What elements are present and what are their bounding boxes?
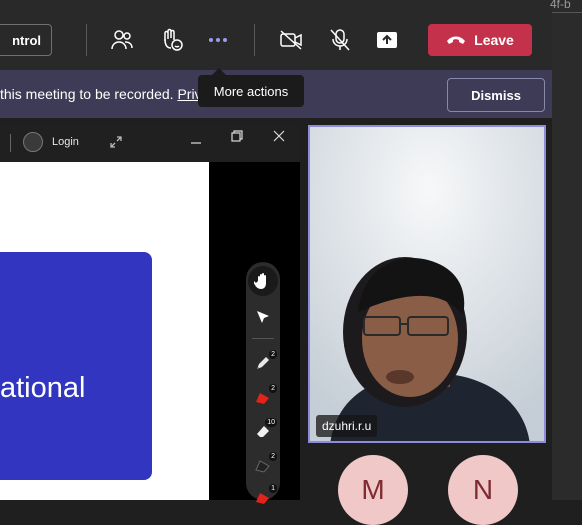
participant-avatar[interactable]: M <box>338 455 408 525</box>
banner-message: this meeting to be recorded. Priv <box>0 86 202 102</box>
pen-size-badge: 1 <box>269 484 277 493</box>
leave-button[interactable]: Leave <box>428 24 532 56</box>
hand-icon <box>254 273 266 289</box>
toolbar-divider <box>254 24 255 56</box>
more-actions-button[interactable] <box>202 24 234 56</box>
participant-name-tag: dzuhri.r.u <box>316 415 378 437</box>
dismiss-button[interactable]: Dismiss <box>447 78 545 112</box>
more-actions-tooltip: More actions <box>198 75 304 107</box>
eraser-size-badge: 10 <box>265 418 277 427</box>
avatar-initial: N <box>472 474 494 505</box>
camera-button[interactable] <box>275 24 307 56</box>
people-icon <box>111 30 133 50</box>
tooltip-text: More actions <box>213 83 289 99</box>
participant-name: dzuhri.r.u <box>322 419 372 433</box>
camera-off-icon <box>280 30 302 50</box>
control-button-label: ntrol <box>12 32 41 48</box>
avatar-initial: M <box>361 474 385 505</box>
titlebar-divider <box>10 134 11 152</box>
mic-button[interactable] <box>324 24 356 56</box>
pen-size-badge: 2 <box>269 384 277 393</box>
raise-hand-icon <box>164 28 183 51</box>
tooltip-arrow <box>212 68 226 75</box>
pen-size-badge: 2 <box>269 350 277 359</box>
pen-tool-2[interactable]: 2 <box>246 380 280 414</box>
cursor-arrow-icon <box>257 311 269 323</box>
slide-blue-block <box>0 252 152 480</box>
pen-size-badge: 2 <box>269 452 277 461</box>
login-label[interactable]: Login <box>52 136 79 148</box>
expand-icon[interactable] <box>108 134 124 155</box>
toolbar-divider <box>86 24 87 56</box>
participant-video-tile[interactable] <box>308 125 546 443</box>
share-icon <box>377 32 397 48</box>
people-button[interactable] <box>106 24 138 56</box>
dismiss-button-label: Dismiss <box>471 87 521 103</box>
participant-avatar[interactable]: N <box>448 455 518 525</box>
pointer-tool[interactable] <box>246 300 280 334</box>
pen-tool-1[interactable]: 2 <box>246 346 280 380</box>
restore-icon[interactable] <box>231 129 243 147</box>
raise-hand-button[interactable] <box>156 24 188 56</box>
share-button[interactable] <box>371 24 403 56</box>
shared-window-titlebar <box>0 124 300 162</box>
toolbar-divider <box>252 338 274 339</box>
right-edge-text: 4f-b <box>550 0 571 11</box>
pen-tool-3[interactable]: 2 <box>246 448 280 482</box>
leave-button-label: Leave <box>474 32 514 48</box>
phone-hangup-icon <box>447 36 466 44</box>
give-control-button[interactable]: ntrol <box>0 24 52 56</box>
minimize-icon[interactable] <box>190 136 202 154</box>
participant-video-feed <box>310 127 544 441</box>
pan-tool[interactable] <box>246 264 280 298</box>
eraser-tool[interactable]: 10 <box>246 414 280 448</box>
banner-text: this meeting to be recorded. <box>0 86 178 102</box>
slide-heading-text: ational <box>0 372 86 404</box>
right-edge-divider <box>552 12 582 13</box>
mic-off-icon <box>330 29 350 51</box>
close-icon[interactable] <box>273 129 285 147</box>
pen-tool-4[interactable]: 1 <box>246 480 280 514</box>
login-avatar-icon[interactable] <box>23 132 43 152</box>
more-actions-icon <box>209 38 227 42</box>
right-edge-strip <box>552 0 582 500</box>
